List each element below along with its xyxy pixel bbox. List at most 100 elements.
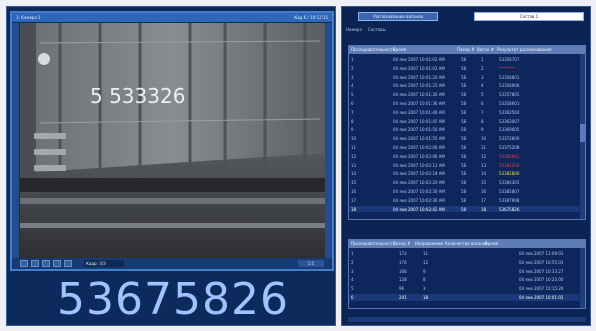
column-header[interactable]: Количество вагонов — [445, 241, 488, 246]
cell-seq: 1 — [351, 57, 354, 62]
table-row[interactable]: 2 04 янв 2007 10:01:02 AM 58 2 ******** — [349, 65, 579, 72]
next-frame-button[interactable] — [53, 260, 61, 267]
camera-left-scrollbar[interactable] — [12, 23, 19, 259]
cell-seq: 11 — [351, 145, 357, 150]
prev-frame-button[interactable] — [31, 260, 39, 267]
cell-time: 04 янв 2007 10:02:06 AM — [393, 153, 445, 159]
camera-controls-bar: Кадр: 3/3 1:1 — [12, 258, 332, 269]
cell-wagon: 11 — [481, 145, 487, 150]
cell-result: 53356801 — [499, 74, 520, 80]
table-row[interactable]: 7 04 янв 2007 10:01:40 AM 58 7 53362504 — [349, 109, 579, 116]
table-row[interactable]: 9 04 янв 2007 10:01:50 AM 58 9 53369605 — [349, 126, 579, 133]
table-row[interactable]: 1 173 11 04 янв 2007 11:09:03 — [349, 250, 579, 257]
cell-seq: 9 — [351, 127, 354, 133]
cell-wagon: 6 — [481, 101, 484, 106]
table-row[interactable]: 17 04 янв 2007 10:02:36 AM 58 17 53387908 — [349, 197, 579, 204]
cell-result: 53358601 — [499, 101, 520, 106]
camera-right-scrollbar[interactable] — [325, 23, 332, 259]
table-row[interactable]: 14 04 янв 2007 10:02:18 AM 58 14 53382800 — [349, 170, 579, 177]
table-row[interactable]: 5 96 3 04 янв 2007 10:15:20 — [349, 285, 579, 292]
cell-time: 04 янв 2007 10:01:55 AM — [393, 136, 445, 142]
camera-frame: 1: Камера 1 Кад 6 / 10:12:15 5 533326 Ка… — [10, 11, 334, 271]
table-row[interactable]: 10 04 янв 2007 10:01:55 AM 58 10 53372809 — [349, 135, 579, 142]
trains-table-scrollbar[interactable] — [580, 248, 585, 308]
horizontal-scrollbar[interactable] — [348, 317, 586, 322]
trains-table: Последовательность Поезд # Направление К… — [348, 239, 586, 309]
cell-result: 53380901 — [499, 153, 520, 159]
table-row[interactable]: 18 04 янв 2007 10:02:42 AM 58 18 53675826 — [349, 205, 579, 213]
cell-wagon: 18 — [481, 206, 487, 212]
column-header[interactable]: Результат распознавания — [497, 47, 552, 52]
scroll-thumb[interactable] — [580, 124, 585, 142]
cell-wagon: 9 — [481, 127, 484, 133]
cell-seq: 5 — [351, 286, 354, 292]
column-header[interactable]: Направление — [415, 241, 443, 246]
cell-seq: 1 — [351, 251, 354, 256]
column-header[interactable]: Время — [485, 241, 498, 246]
table-row[interactable]: 1 04 янв 2007 10:01:02 AM 58 1 53356707 — [349, 56, 579, 63]
cell-time: 04 янв 2007 10:02:30 AM — [393, 189, 445, 194]
table-row[interactable]: 5 04 янв 2007 10:01:30 AM 58 5 53357805 — [349, 91, 579, 98]
cell-seq: 17 — [351, 197, 357, 203]
column-header[interactable]: Последовательность — [351, 241, 395, 246]
cell-time: 04 янв 2007 10:01:36 AM — [393, 101, 445, 106]
play-button[interactable] — [42, 260, 50, 267]
table-row[interactable]: 3 04 янв 2007 10:01:20 AM 58 3 53356801 — [349, 74, 579, 81]
table-row[interactable]: 15 04 янв 2007 10:02:24 AM 58 15 53384305 — [349, 179, 579, 186]
cell-result: 53369605 — [499, 127, 520, 133]
table-row[interactable]: 8 04 янв 2007 10:01:45 AM 58 8 53363007 — [349, 118, 579, 125]
cell-train: 201 — [399, 295, 407, 300]
train-input[interactable]: Состав 1 — [474, 12, 584, 21]
frame-counter: Кадр: 3/3 — [84, 260, 124, 267]
cell-time: 04 янв 2007 10:01:02 AM — [393, 65, 445, 71]
cell-result: 53362504 — [499, 109, 520, 115]
table-row[interactable]: 4 128 8 04 янв 2007 10:25:00 — [349, 276, 579, 283]
cell-time: 04 янв 2007 11:09:03 — [519, 251, 564, 256]
cell-dir: 9 — [423, 268, 426, 274]
recognition-button[interactable]: Распознавание вагонов — [358, 12, 438, 21]
cell-train: 173 — [399, 251, 407, 256]
last-frame-button[interactable] — [64, 260, 72, 267]
column-header[interactable]: Поезд # — [393, 241, 410, 246]
table-row[interactable]: 2 176 12 04 янв 2007 10:55:03 — [349, 259, 579, 266]
table-row[interactable]: 12 04 янв 2007 10:02:06 AM 58 12 53380901 — [349, 153, 579, 160]
cell-result: 53675826 — [499, 206, 520, 212]
camera-panel: 1: Камера 1 Кад 6 / 10:12:15 5 533326 Ка… — [6, 6, 336, 326]
cell-time: 04 янв 2007 10:01:50 AM — [393, 127, 445, 133]
numbers-table-scrollbar[interactable] — [580, 54, 585, 219]
cell-dir: 18 — [423, 295, 429, 300]
table-row[interactable]: 13 04 янв 2007 10:02:12 AM 58 13 53381206 — [349, 162, 579, 169]
column-header[interactable]: Поезд # — [457, 47, 474, 52]
tab-numbers[interactable]: Номера — [346, 26, 362, 34]
cell-time: 04 янв 2007 10:02:36 AM — [393, 197, 445, 203]
zoom-button[interactable]: 1:1 — [298, 260, 324, 267]
column-header[interactable]: Последовательность — [351, 47, 395, 52]
cell-seq: 3 — [351, 268, 354, 274]
table-row[interactable]: 6 04 янв 2007 10:01:36 AM 58 6 53358601 — [349, 100, 579, 107]
first-frame-button[interactable] — [20, 260, 28, 267]
cell-train: 58 — [461, 109, 467, 115]
cell-train: 58 — [461, 127, 467, 133]
cell-wagon: 13 — [481, 162, 487, 168]
cell-wagon: 10 — [481, 136, 487, 142]
table-row[interactable]: 11 04 янв 2007 10:02:00 AM 58 11 53375208 — [349, 144, 579, 151]
numbers-table: Последовательность Время Поезд # Вагон #… — [348, 45, 586, 220]
column-header[interactable]: Время — [393, 47, 406, 52]
cell-seq: 4 — [351, 277, 354, 283]
cell-time: 04 янв 2007 10:01:20 AM — [393, 74, 445, 80]
tab-trains[interactable]: Составы — [368, 26, 386, 34]
cell-wagon: 17 — [481, 197, 487, 203]
cell-dir: 8 — [423, 277, 426, 283]
cell-seq: 6 — [351, 101, 354, 106]
table-row[interactable]: 16 04 янв 2007 10:02:30 AM 58 16 53385807 — [349, 188, 579, 195]
cell-result: 53375208 — [499, 145, 520, 150]
cell-result: 53363007 — [499, 118, 520, 124]
table-row[interactable]: 4 04 янв 2007 10:01:25 AM 58 4 53356906 — [349, 82, 579, 89]
cell-result: ******** — [499, 65, 515, 71]
table-row[interactable]: 3 168 9 04 янв 2007 10:33:27 — [349, 268, 579, 275]
cell-seq: 4 — [351, 83, 354, 89]
table-row[interactable]: 6 201 18 04 янв 2007 10:01:02 — [349, 294, 579, 301]
cell-seq: 5 — [351, 92, 354, 98]
cell-wagon: 3 — [481, 74, 484, 80]
column-header[interactable]: Вагон # — [477, 47, 494, 52]
